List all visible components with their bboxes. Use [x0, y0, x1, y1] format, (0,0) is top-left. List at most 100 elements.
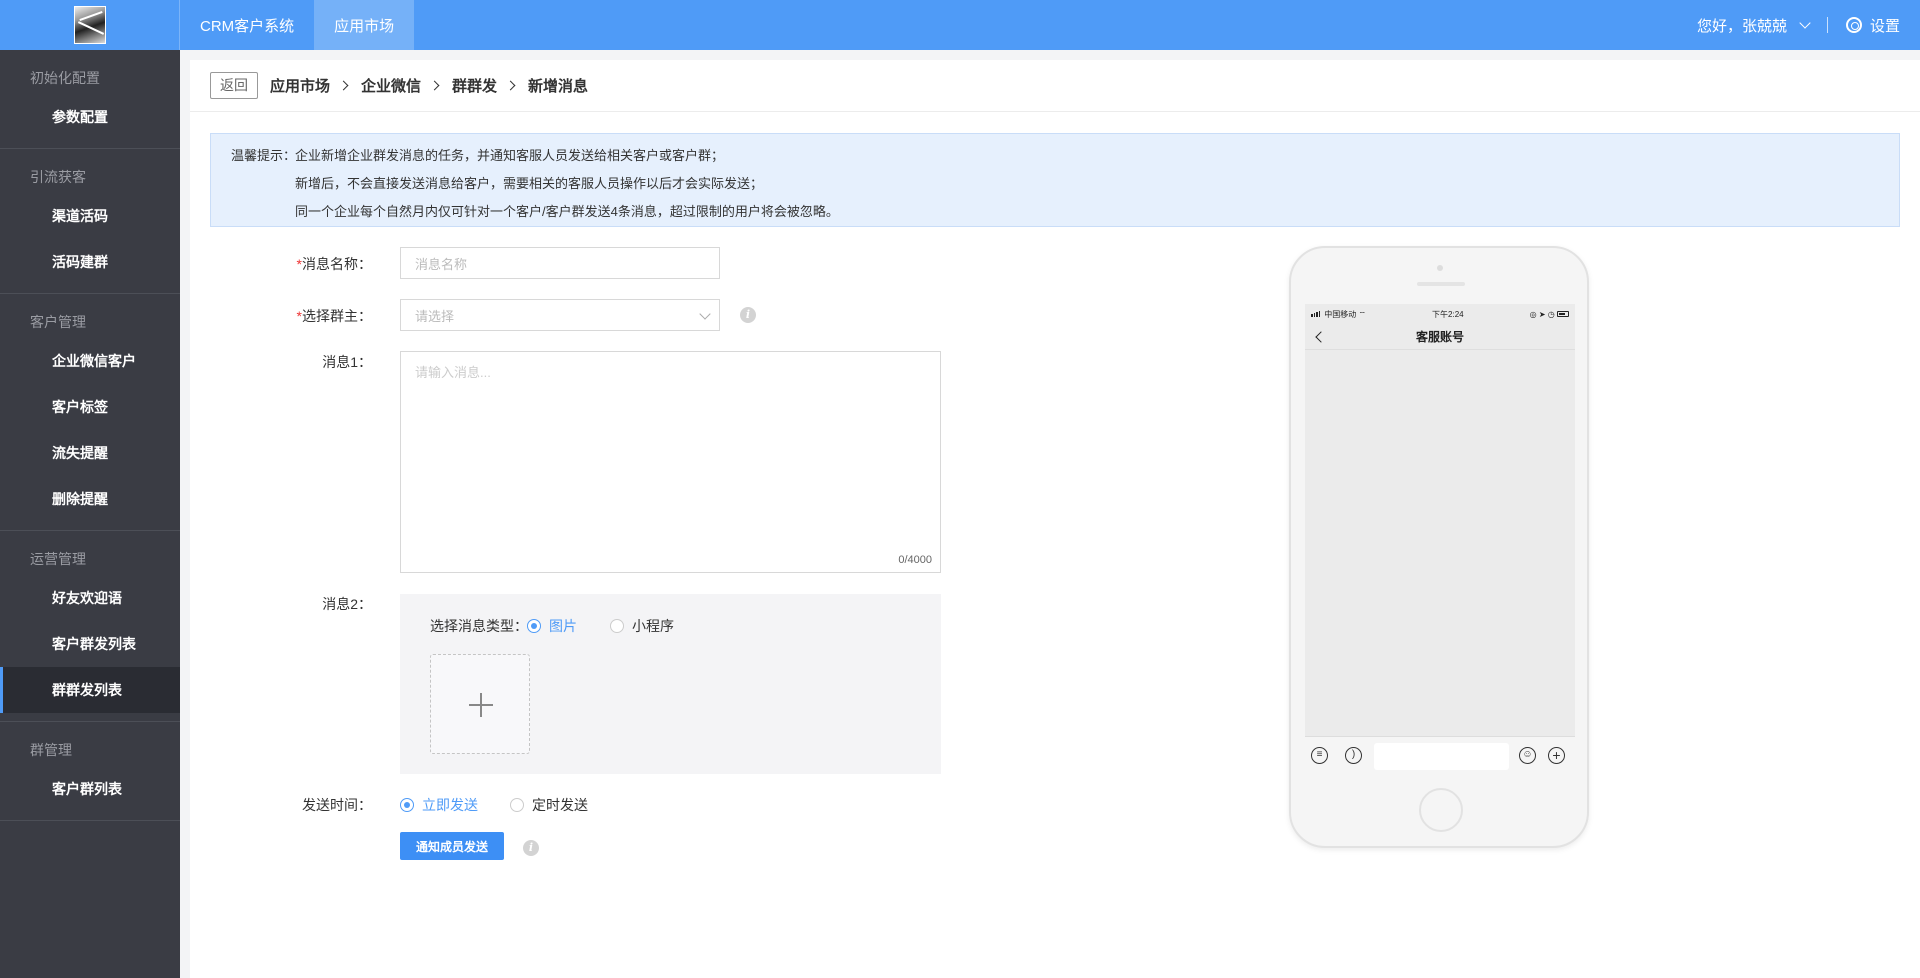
logo-container	[0, 0, 180, 50]
radio-label: 小程序	[632, 618, 674, 634]
sidebar-group-acquire: 引流获客 渠道活码 活码建群	[0, 149, 180, 294]
sidebar: 初始化配置 参数配置 引流获客 渠道活码 活码建群 客户管理 企业微信客户 客户…	[0, 50, 180, 978]
sidebar-group-customer: 客户管理 企业微信客户 客户标签 流失提醒 删除提醒	[0, 294, 180, 531]
sidebar-item-code-group[interactable]: 活码建群	[0, 239, 180, 285]
wifi-icon: ⌔	[1358, 309, 1366, 319]
top-nav-app-market[interactable]: 应用市场	[314, 0, 415, 50]
gear-icon	[1845, 17, 1862, 33]
breadcrumb-current: 新增消息	[528, 78, 589, 95]
chat-title: 客服账号	[1415, 330, 1464, 344]
char-count: 0/4000	[898, 554, 932, 566]
sidebar-group-title: 客户管理	[30, 314, 86, 330]
group-owner-label: *选择群主：	[252, 306, 372, 326]
chat-input-bar: ≡ ) ☺ +	[1305, 736, 1575, 774]
speaker-icon	[1417, 282, 1465, 286]
chevron-right-icon	[338, 80, 349, 91]
sidebar-item-channel-code[interactable]: 渠道活码	[0, 193, 180, 239]
chevron-right-icon	[505, 80, 516, 91]
chevron-down-icon	[1799, 17, 1811, 29]
top-right-area: 您好，张兢兢 设置	[1697, 0, 1920, 50]
back-arrow-icon[interactable]	[1315, 331, 1327, 343]
breadcrumb-wecom[interactable]: 企业微信	[361, 75, 421, 96]
message1-label: 消息1：	[322, 354, 372, 370]
battery-icon	[1556, 311, 1569, 318]
phone-screen: 中国移动 ⌔ 下午2:24 ◎ ➤ ◷ 客服账号 ≡ ) ☺ +	[1305, 304, 1575, 774]
sidebar-item-param-config[interactable]: 参数配置	[0, 94, 180, 140]
logo[interactable]	[73, 6, 106, 44]
sidebar-item-churn-alert[interactable]: 流失提醒	[0, 430, 180, 476]
image-upload-button[interactable]	[430, 654, 530, 754]
chevron-down-icon	[699, 308, 711, 320]
emoji-icon[interactable]: ☺	[1519, 747, 1536, 764]
info-icon[interactable]: i	[740, 307, 756, 323]
breadcrumb: 返回 应用市场 企业微信 群群发 新增消息	[190, 60, 1920, 112]
sidebar-group-title: 运营管理	[30, 551, 86, 567]
notify-send-button[interactable]: 通知成员发送	[400, 832, 504, 860]
breadcrumb-app-market[interactable]: 应用市场	[270, 75, 330, 96]
group-owner-select[interactable]: 请选择	[400, 299, 720, 331]
radio-label: 图片	[549, 618, 577, 634]
plus-icon[interactable]: +	[1548, 747, 1565, 764]
signal-icon	[1311, 310, 1320, 317]
placeholder-text: 请输入消息...	[415, 365, 491, 380]
status-bar: 中国移动 ⌔ 下午2:24 ◎ ➤ ◷	[1305, 304, 1575, 324]
message2-label: 消息2：	[322, 596, 372, 612]
main-panel: 返回 应用市场 企业微信 群群发 新增消息 温馨提示： 企业新增企业群发消息的任…	[190, 60, 1920, 978]
radio-miniprogram[interactable]: 小程序	[610, 616, 674, 636]
top-nav: CRM客户系统 应用市场	[180, 0, 415, 50]
info-icon[interactable]: i	[523, 840, 539, 856]
settings-label: 设置	[1869, 17, 1900, 35]
notice-line: 新增后，不会直接发送消息给客户，需要相关的客服人员操作以后才会实际发送；	[295, 176, 764, 191]
radio-label: 定时发送	[532, 797, 588, 813]
message1-textarea[interactable]: 请输入消息... 0/4000	[400, 351, 941, 573]
message2-panel: 选择消息类型： 图片 小程序	[400, 594, 941, 774]
user-greeting: 您好，张兢兢	[1696, 17, 1787, 35]
notice-box: 温馨提示： 企业新增企业群发消息的任务，并通知客服人员发送给相关客户或客户群； …	[210, 133, 1900, 227]
sidebar-item-delete-alert[interactable]: 删除提醒	[0, 476, 180, 522]
sidebar-item-group-broadcast[interactable]: 群群发列表	[0, 667, 180, 713]
radio-checked-icon	[527, 619, 541, 633]
notice-line: 企业新增企业群发消息的任务，并通知客服人员发送给相关客户或客户群；	[295, 148, 725, 163]
notice-label: 温馨提示：	[231, 148, 297, 163]
radio-send-now[interactable]: 立即发送	[400, 795, 478, 815]
radio-image[interactable]: 图片	[527, 616, 577, 636]
sidebar-group-title: 群管理	[30, 742, 72, 758]
message-name-input[interactable]: 消息名称	[400, 247, 720, 279]
home-button[interactable]	[1419, 788, 1463, 832]
chevron-right-icon	[429, 80, 440, 91]
back-button[interactable]: 返回	[210, 72, 258, 99]
sidebar-group-groups: 群管理 客户群列表	[0, 722, 180, 821]
settings-button[interactable]: 设置	[1828, 15, 1920, 36]
sidebar-item-customer-group-list[interactable]: 客户群列表	[0, 766, 180, 812]
menu-icon[interactable]: ≡	[1311, 747, 1328, 764]
status-right: ◎ ➤ ◷	[1530, 310, 1569, 319]
message-name-label: *消息名称：	[252, 254, 372, 274]
user-menu[interactable]: 您好，张兢兢	[1697, 15, 1827, 36]
radio-unchecked-icon	[510, 798, 524, 812]
sidebar-item-welcome-msg[interactable]: 好友欢迎语	[0, 575, 180, 621]
placeholder-text: 消息名称	[415, 256, 468, 272]
notice-line: 同一个企业每个自然月内仅可针对一个客户/客户群发送4条消息，超过限制的用户将会被…	[295, 204, 839, 219]
top-nav-crm[interactable]: CRM客户系统	[180, 0, 314, 50]
chat-text-input[interactable]	[1374, 743, 1509, 770]
breadcrumb-group-broadcast[interactable]: 群群发	[452, 75, 497, 96]
location-icon: ◎ ➤ ◷	[1529, 309, 1555, 319]
status-time: 下午2:24	[1432, 309, 1464, 319]
top-bar: CRM客户系统 应用市场 您好，张兢兢 设置	[0, 0, 1920, 50]
sidebar-group-title: 初始化配置	[30, 70, 100, 86]
placeholder-text: 请选择	[415, 308, 455, 324]
radio-unchecked-icon	[610, 619, 624, 633]
carrier-name: 中国移动	[1324, 309, 1357, 319]
sidebar-group-title: 引流获客	[30, 169, 86, 185]
send-time-label: 发送时间：	[302, 797, 372, 813]
sidebar-item-customer-broadcast[interactable]: 客户群发列表	[0, 621, 180, 667]
sidebar-group-operations: 运营管理 好友欢迎语 客户群发列表 群群发列表	[0, 531, 180, 722]
sidebar-item-wecom-customers[interactable]: 企业微信客户	[0, 338, 180, 384]
radio-send-scheduled[interactable]: 定时发送	[510, 795, 588, 815]
voice-icon[interactable]: )	[1345, 747, 1362, 764]
sidebar-group-init: 初始化配置 参数配置	[0, 50, 180, 149]
radio-label: 立即发送	[422, 797, 478, 813]
sidebar-item-customer-tags[interactable]: 客户标签	[0, 384, 180, 430]
chat-header: 客服账号	[1305, 324, 1575, 350]
radio-checked-icon	[400, 798, 414, 812]
